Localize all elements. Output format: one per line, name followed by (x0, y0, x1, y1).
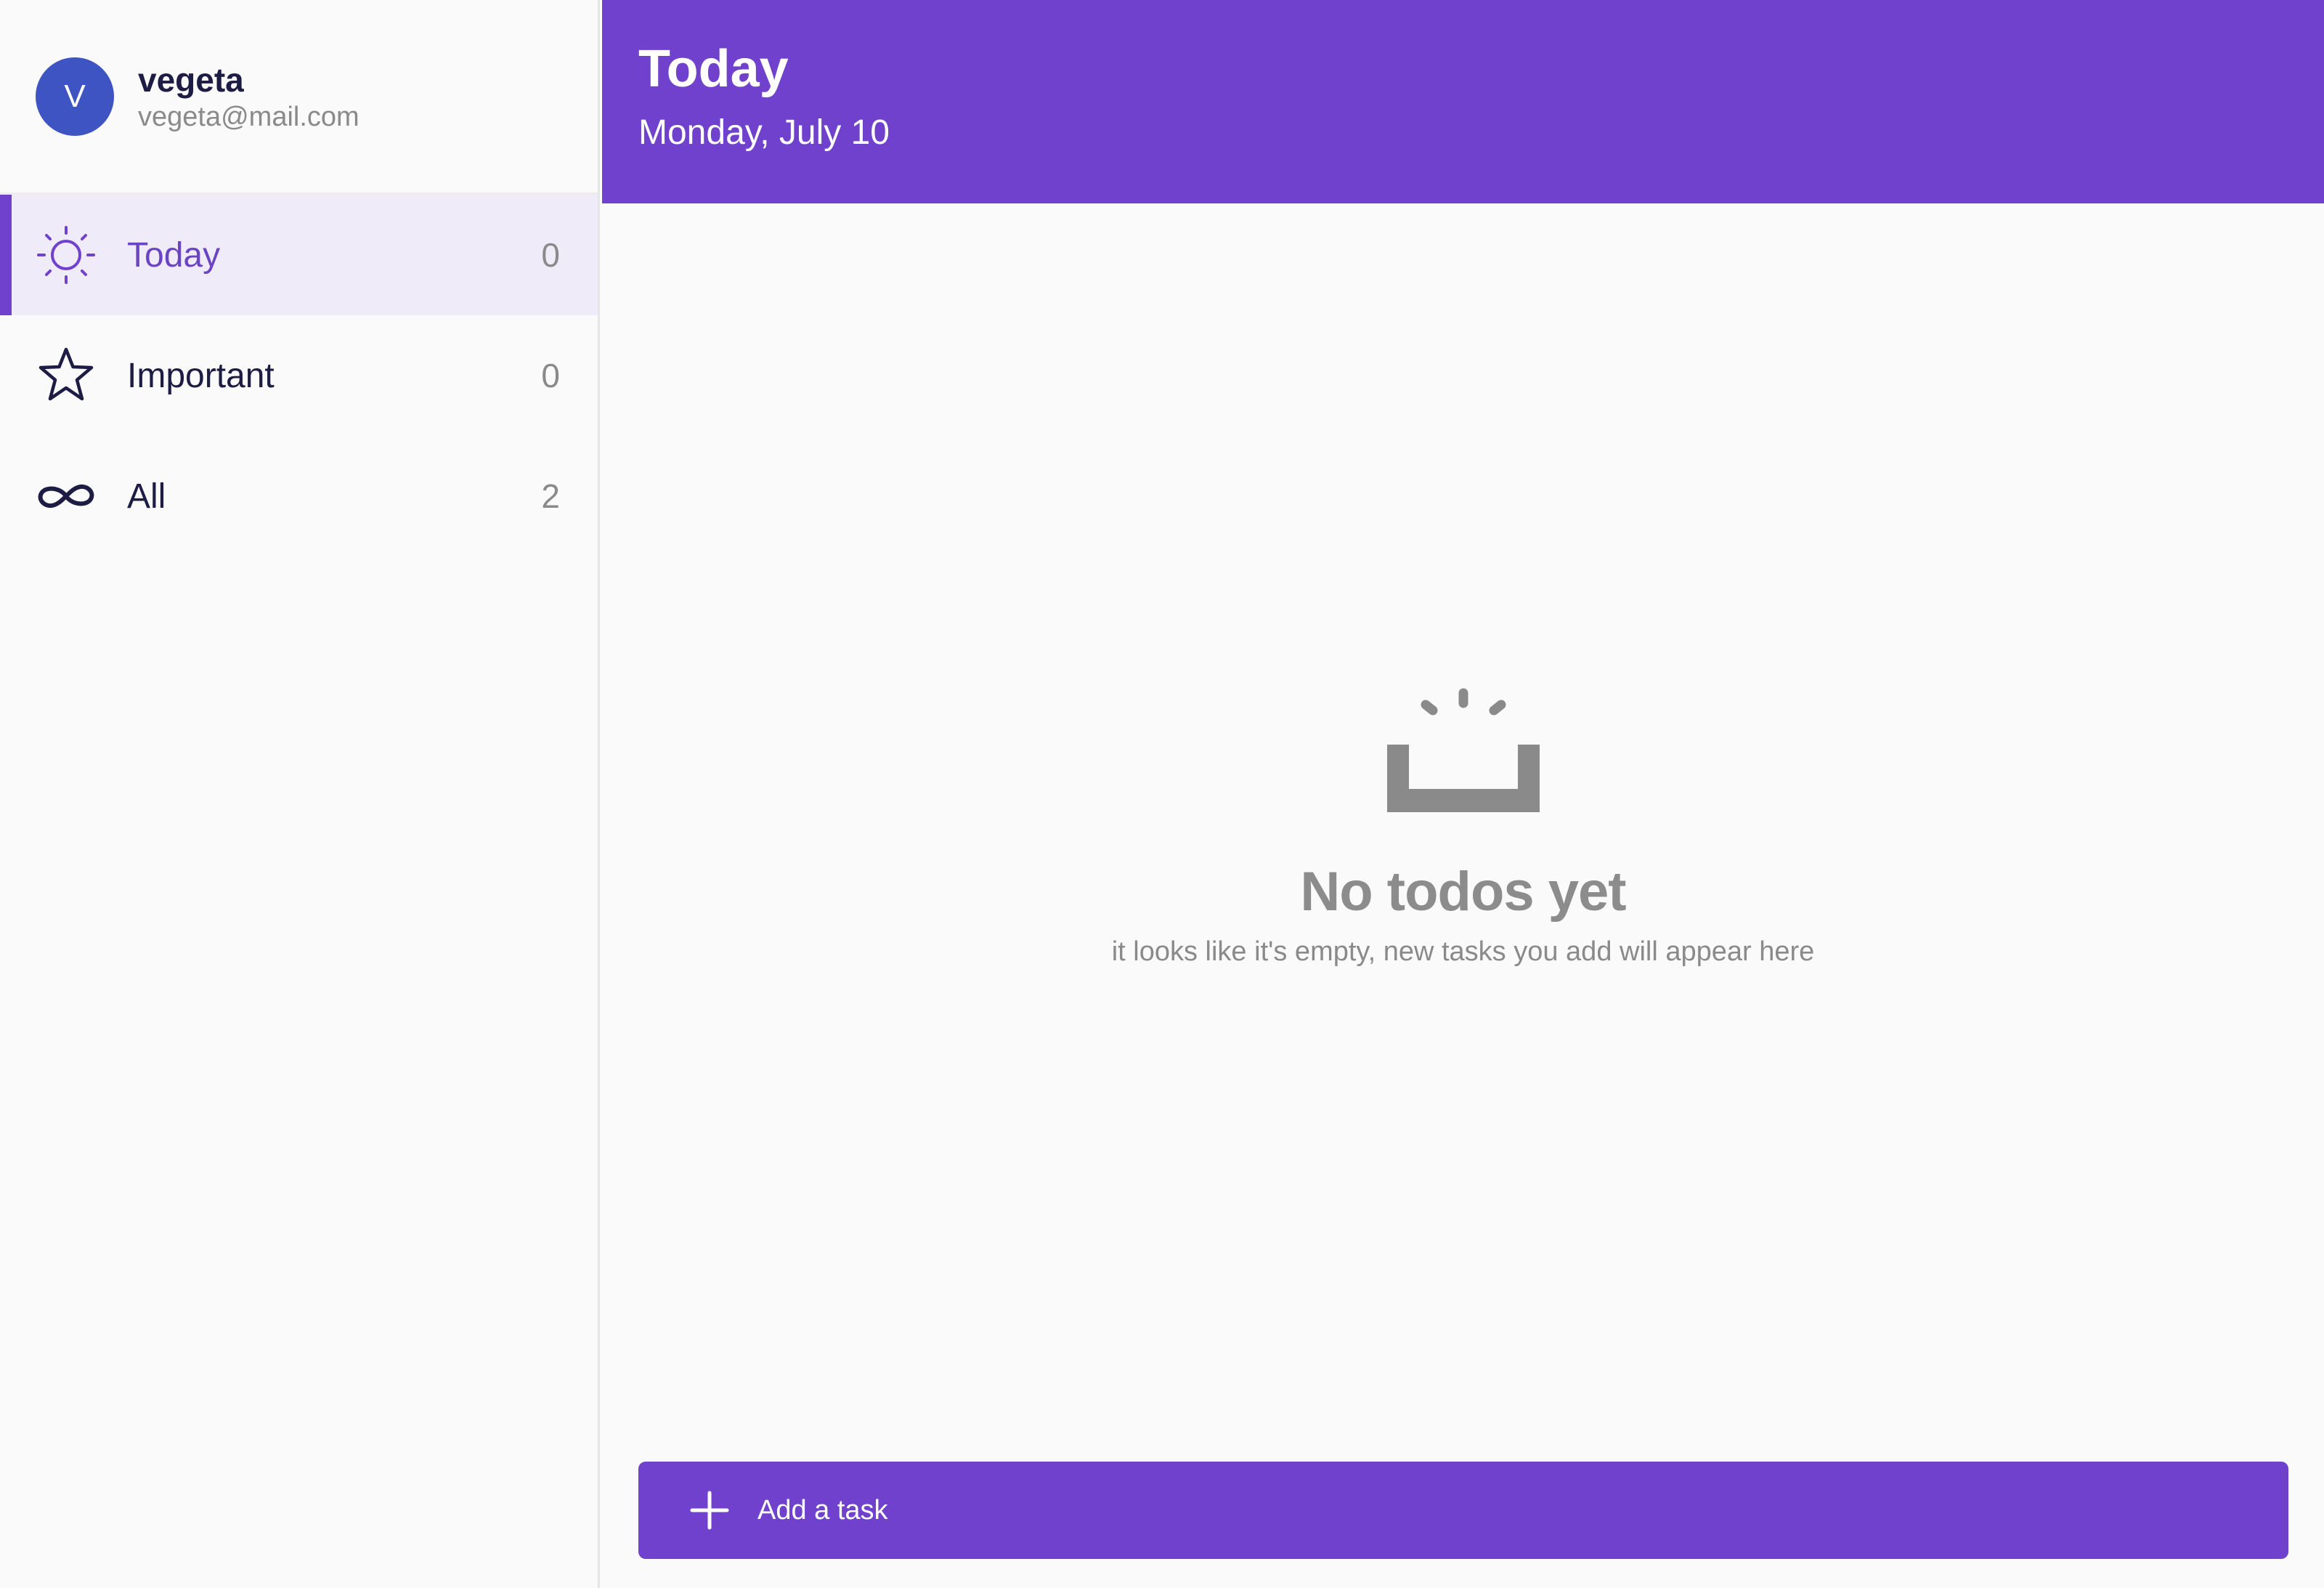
sidebar-nav: Today 0 Important 0 All 2 (0, 195, 598, 556)
page-date: Monday, July 10 (638, 113, 890, 152)
app: V vegeta vegeta@mail.com Today 0 Importa… (0, 0, 2324, 1588)
profile-text: vegeta vegeta@mail.com (138, 60, 359, 134)
sun-icon (37, 226, 95, 284)
empty-inbox-icon (1386, 688, 1540, 812)
page-header: Today Monday, July 10 (602, 0, 2324, 203)
star-icon (38, 347, 94, 401)
sidebar-item-label: All (127, 477, 166, 516)
user-profile[interactable]: V vegeta vegeta@mail.com (0, 0, 598, 195)
main-panel: Today Monday, July 10 No todos yet it lo… (602, 0, 2324, 1588)
user-email: vegeta@mail.com (138, 101, 359, 132)
add-task-button[interactable]: Add a task (638, 1462, 2288, 1559)
sidebar-item-count: 2 (541, 477, 560, 515)
sidebar-item-important[interactable]: Important 0 (0, 315, 598, 436)
empty-state: No todos yet it looks like it's empty, n… (602, 683, 2324, 968)
sidebar-item-all[interactable]: All 2 (0, 436, 598, 556)
sidebar-item-label: Today (127, 235, 221, 275)
sidebar-item-count: 0 (541, 236, 560, 274)
user-name: vegeta (138, 60, 244, 99)
page-title: Today (638, 40, 789, 98)
sidebar-item-label: Important (127, 356, 275, 395)
add-task-label: Add a task (757, 1494, 888, 1526)
plus-icon (690, 1491, 729, 1530)
empty-state-title: No todos yet (1300, 861, 1626, 923)
empty-state-subtitle: it looks like it's empty, new tasks you … (1111, 936, 1815, 967)
infinity-icon (38, 484, 94, 509)
sidebar-item-today[interactable]: Today 0 (0, 195, 598, 315)
sidebar: V vegeta vegeta@mail.com Today 0 Importa… (0, 0, 600, 1588)
sidebar-item-count: 0 (541, 357, 560, 394)
avatar[interactable]: V (36, 57, 114, 136)
